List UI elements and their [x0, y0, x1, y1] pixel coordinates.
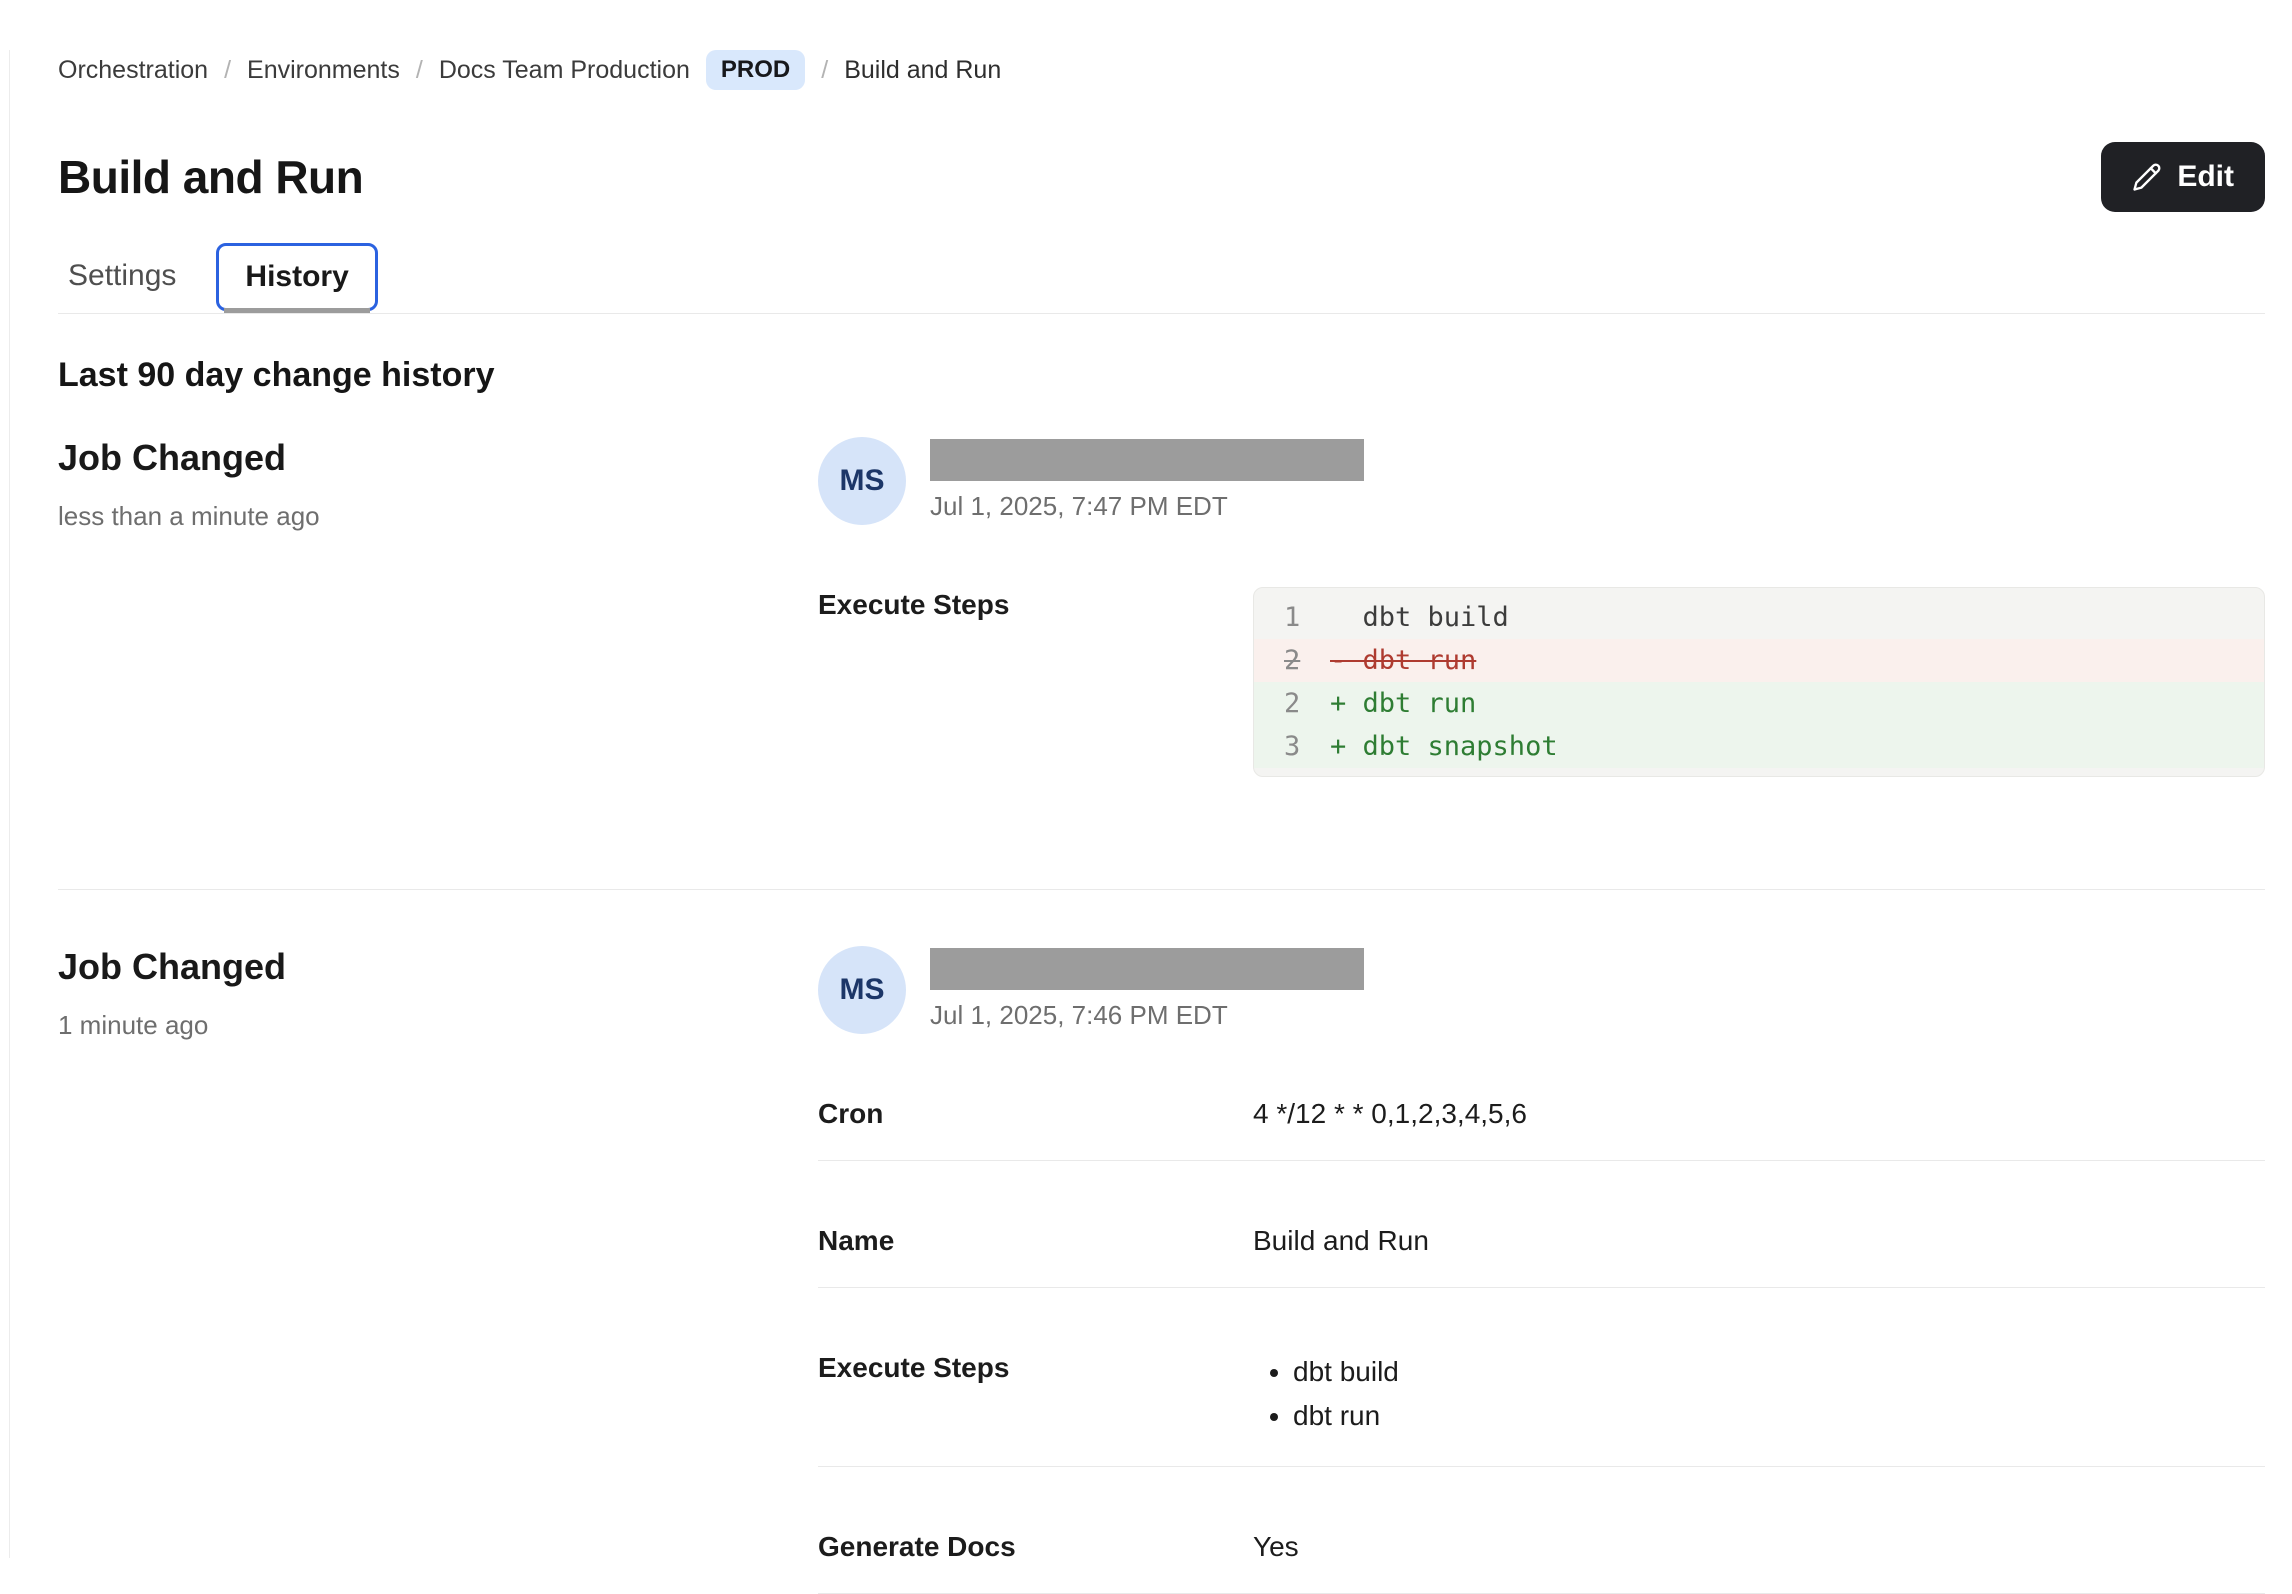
avatar: MS — [818, 437, 906, 525]
execute-steps-list: dbt builddbt run — [1253, 1350, 2265, 1438]
breadcrumb-item-docs-team-production[interactable]: Docs Team Production — [439, 56, 690, 85]
environment-badge: PROD — [706, 50, 805, 90]
page-title: Build and Run — [58, 150, 363, 204]
change-history-heading: Last 90 day change history — [58, 356, 2265, 395]
diff-line-code: - dbt run — [1330, 639, 1476, 682]
field-label-execute-steps: Execute Steps — [818, 587, 1253, 777]
field-label-cron: Cron — [818, 1096, 1253, 1132]
field-label-execute-steps: Execute Steps — [818, 1350, 1253, 1438]
change-timestamp: Jul 1, 2025, 7:47 PM EDT — [930, 491, 1364, 522]
change-entry: Job Changed less than a minute agoMS Jul 1… — [58, 437, 2265, 889]
field-value-generate-docs: Yes — [1253, 1529, 2265, 1565]
field-row-execute-steps: Execute Stepsdbt builddbt run — [818, 1288, 2265, 1467]
field-label-name: Name — [818, 1223, 1253, 1259]
diff-line-added: 3+ dbt snapshot — [1254, 725, 2264, 768]
redacted-author-name — [930, 948, 1364, 990]
change-time-ago: 1 minute ago — [58, 1010, 818, 1041]
change-timestamp: Jul 1, 2025, 7:46 PM EDT — [930, 1000, 1364, 1031]
change-entry: Job Changed 1 minute agoMS Jul 1, 2025, 7:… — [58, 890, 2265, 1594]
diff-line-number: 2 — [1254, 682, 1330, 725]
tab-settings[interactable]: Settings — [58, 245, 186, 307]
change-entry-details: MSJul 1, 2025, 7:47 PM EDTExecute Steps1… — [818, 437, 2265, 805]
change-author: MS Jul 1, 2025, 7:46 PM EDT — [818, 946, 2265, 1034]
breadcrumb-separator: / — [224, 56, 231, 85]
field-value-name: Build and Run — [1253, 1223, 2265, 1259]
redacted-author-name — [930, 439, 1364, 481]
field-row-name: NameBuild and Run — [818, 1161, 2265, 1288]
change-history-list: Job Changedless than a minute agoMSJul 1… — [58, 437, 2265, 1594]
job-history-page: Orchestration / Environments / Docs Team Pro… — [0, 50, 2292, 1594]
page-left-border — [9, 50, 10, 1558]
diff-line-code: + dbt run — [1330, 682, 1476, 725]
diff-line-number: 3 — [1254, 725, 1330, 768]
diff-line-unchanged: 1 dbt build — [1254, 596, 2264, 639]
change-entry-details: MSJul 1, 2025, 7:46 PM EDTCron4 */12 * *… — [818, 946, 2265, 1594]
tab-history[interactable]: History — [216, 243, 377, 311]
field-value-cron: 4 */12 * * 0,1,2,3,4,5,6 — [1253, 1096, 2265, 1132]
diff-line-code: + dbt snapshot — [1330, 725, 1558, 768]
execute-step-item: dbt build — [1293, 1350, 2265, 1394]
field-row-cron: Cron4 */12 * * 0,1,2,3,4,5,6 — [818, 1034, 2265, 1161]
breadcrumb-current: Build and Run — [844, 56, 1001, 85]
change-event-title: Job Changed — [58, 946, 818, 988]
edit-button[interactable]: Edit — [2101, 142, 2265, 212]
breadcrumb-separator: / — [416, 56, 423, 85]
tab-bar: Settings History — [58, 238, 2265, 314]
pencil-icon — [2132, 162, 2162, 192]
breadcrumb: Orchestration / Environments / Docs Team Pro… — [58, 50, 2265, 90]
field-label-generate-docs: Generate Docs — [818, 1529, 1253, 1565]
page-header: Build and Run Edit — [58, 142, 2265, 212]
change-time-ago: less than a minute ago — [58, 501, 818, 532]
field-row-generate-docs: Generate DocsYes — [818, 1467, 2265, 1594]
change-author-meta: Jul 1, 2025, 7:46 PM EDT — [930, 946, 1364, 1031]
diff-line-number: 1 — [1254, 596, 1330, 639]
execute-step-item: dbt run — [1293, 1394, 2265, 1438]
diff-line-code: dbt build — [1330, 596, 1509, 639]
edit-button-label: Edit — [2177, 160, 2234, 194]
diff-line-added: 2+ dbt run — [1254, 682, 2264, 725]
diff-line-removed: 2- dbt run — [1254, 639, 2264, 682]
change-event-title: Job Changed — [58, 437, 818, 479]
breadcrumb-separator: / — [821, 56, 828, 85]
change-author-meta: Jul 1, 2025, 7:47 PM EDT — [930, 437, 1364, 522]
diff-code-block: 1 dbt build2- dbt run2+ dbt run3+ dbt sn… — [1253, 587, 2265, 777]
breadcrumb-item-environments[interactable]: Environments — [247, 56, 400, 85]
breadcrumb-item-orchestration[interactable]: Orchestration — [58, 56, 208, 85]
change-entry-summary: Job Changed less than a minute ago — [58, 437, 818, 805]
field-row-execute-steps: Execute Steps1 dbt build2- dbt run2+ dbt… — [818, 525, 2265, 805]
avatar: MS — [818, 946, 906, 1034]
change-author: MS Jul 1, 2025, 7:47 PM EDT — [818, 437, 2265, 525]
change-entry-summary: Job Changed 1 minute ago — [58, 946, 818, 1594]
diff-line-number: 2 — [1254, 639, 1330, 682]
